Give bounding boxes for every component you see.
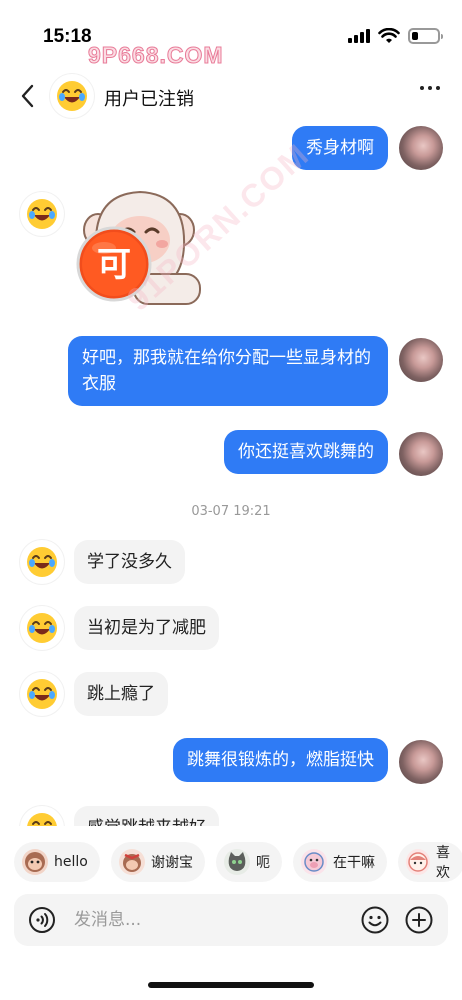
quick-reply-chip[interactable]: 呃: [216, 842, 282, 882]
message-input[interactable]: [74, 894, 354, 946]
laughing-face-icon: [27, 813, 57, 826]
pig-icon: [301, 849, 327, 875]
girl-icon: [406, 849, 430, 875]
quick-reply-label: 呃: [256, 855, 270, 871]
message-text: 跳上瘾了: [87, 684, 155, 704]
laughing-face-icon: [27, 613, 57, 643]
contact-avatar[interactable]: [50, 74, 94, 118]
chat-messages[interactable]: 秀身材啊 可 好吧，那我就在给你分配一些显身材的衣服 你还挺喜欢跳舞的 03-0…: [0, 126, 462, 826]
monkey-bow-icon: [119, 849, 145, 875]
quick-reply-chip[interactable]: 谢谢宝: [111, 842, 205, 882]
quick-reply-label: 谢谢宝: [151, 855, 193, 871]
watermark-text: 9P668.COM: [88, 42, 224, 69]
message-bubble-incoming[interactable]: 学了没多久: [74, 540, 185, 584]
contact-avatar[interactable]: [20, 192, 64, 236]
quick-reply-label: 喜欢: [436, 845, 450, 881]
status-time: 15:18: [43, 26, 92, 47]
quick-reply-chip[interactable]: hello: [14, 842, 100, 882]
home-indicator: [148, 982, 314, 988]
emoji-icon[interactable]: [360, 905, 390, 935]
status-bar: 15:18 9P668.COM: [0, 0, 462, 70]
more-dots-icon[interactable]: [420, 86, 440, 90]
quick-reply-bar[interactable]: hello 谢谢宝 呃 在干嘛 喜欢: [0, 838, 462, 886]
status-icons: [348, 28, 443, 44]
my-avatar[interactable]: [399, 432, 443, 476]
message-text: 你还挺喜欢跳舞的: [238, 442, 374, 462]
quick-reply-chip[interactable]: 在干嘛: [293, 842, 387, 882]
message-bubble-incoming[interactable]: 当初是为了减肥: [74, 606, 219, 650]
signal-icon: [348, 29, 370, 43]
message-text: 学了没多久: [87, 552, 172, 572]
laughing-face-icon: [57, 81, 87, 111]
message-text: 好吧，那我就在给你分配一些显身材的衣服: [82, 348, 371, 394]
my-avatar[interactable]: [399, 338, 443, 382]
message-text: 感觉跳越来越好: [87, 818, 206, 826]
contact-avatar[interactable]: [20, 672, 64, 716]
message-text: 秀身材啊: [306, 138, 374, 158]
message-bubble-incoming[interactable]: 跳上瘾了: [74, 672, 168, 716]
contact-avatar[interactable]: [20, 806, 64, 826]
message-bubble-outgoing[interactable]: 跳舞很锻炼的，燃脂挺快: [173, 738, 388, 782]
contact-avatar[interactable]: [20, 540, 64, 584]
contact-avatar[interactable]: [20, 606, 64, 650]
laughing-face-icon: [27, 679, 57, 709]
message-bubble-outgoing[interactable]: 你还挺喜欢跳舞的: [224, 430, 388, 474]
sticker-text: 可: [97, 245, 131, 285]
message-bubble-outgoing[interactable]: 好吧，那我就在给你分配一些显身材的衣服: [68, 336, 388, 406]
chevron-left-icon[interactable]: [14, 82, 42, 110]
message-text: 当初是为了减肥: [87, 618, 206, 638]
chat-header: 用户已注销: [0, 70, 462, 126]
laughing-face-icon: [27, 547, 57, 577]
message-timestamp: 03-07 19:21: [191, 504, 271, 519]
message-bubble-incoming[interactable]: 感觉跳越来越好: [74, 806, 219, 826]
message-text: 跳舞很锻炼的，燃脂挺快: [187, 750, 374, 770]
my-avatar[interactable]: [399, 126, 443, 170]
battery-icon: [408, 28, 443, 44]
wifi-icon: [378, 28, 400, 43]
plus-icon[interactable]: [404, 905, 434, 935]
quick-reply-label: hello: [54, 854, 88, 870]
cat-icon: [224, 849, 250, 875]
my-avatar[interactable]: [399, 740, 443, 784]
laughing-face-icon: [27, 199, 57, 229]
message-input-bar: [14, 894, 448, 946]
voice-icon[interactable]: [28, 906, 56, 934]
contact-name: 用户已注销: [104, 89, 194, 110]
quick-reply-label: 在干嘛: [333, 855, 375, 871]
quick-reply-chip[interactable]: 喜欢: [398, 842, 462, 882]
monkey-icon: [22, 849, 48, 875]
